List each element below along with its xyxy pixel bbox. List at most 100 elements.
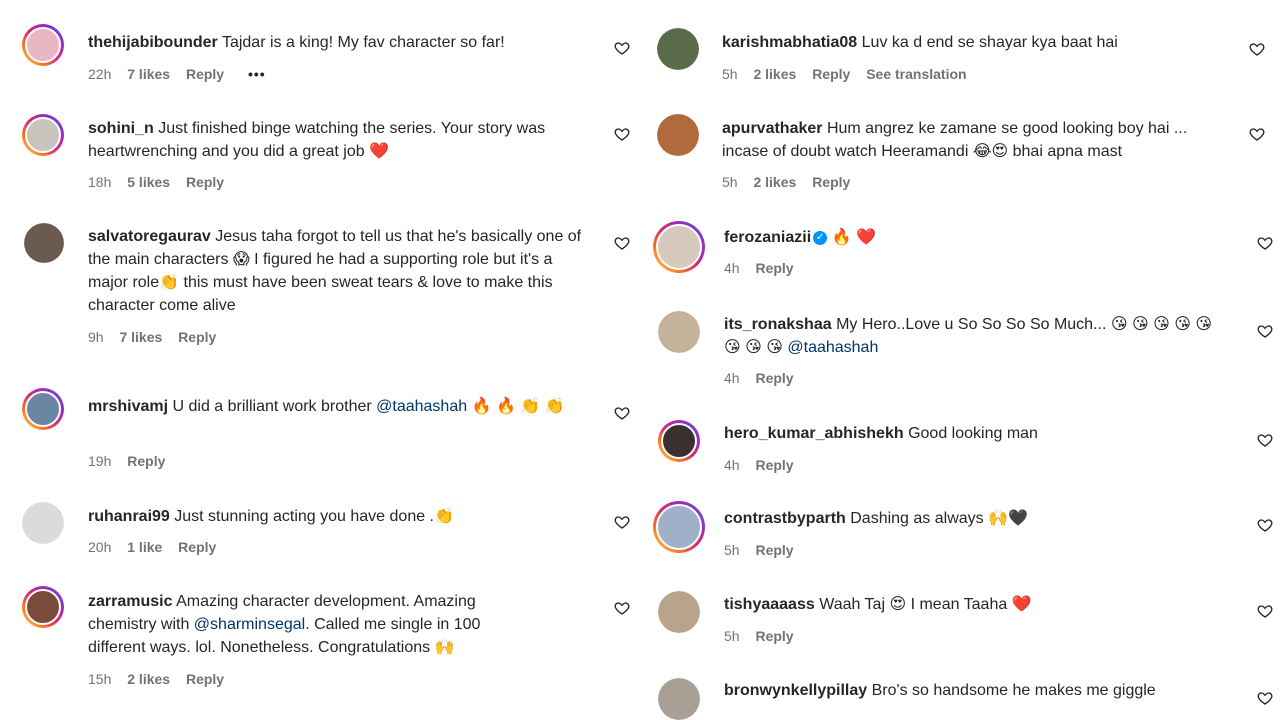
avatar[interactable] [658, 591, 700, 633]
comment-time[interactable]: 20h [88, 539, 111, 555]
comment-text: salvatoregaurav Jesus taha forgot to tel… [88, 225, 593, 317]
comment-time[interactable]: 5h [724, 542, 740, 558]
avatar[interactable] [22, 24, 64, 66]
comment-time[interactable]: 22h [88, 66, 111, 82]
avatar[interactable] [658, 678, 700, 720]
avatar-image [657, 114, 699, 156]
reply-button[interactable]: Reply [127, 453, 165, 469]
comment-time[interactable]: 18h [88, 174, 111, 190]
comment-username[interactable]: contrastbyparth [724, 510, 846, 527]
more-options-icon[interactable]: ••• [248, 66, 266, 82]
avatar[interactable] [24, 223, 64, 263]
mention-link[interactable]: @taahashah [376, 398, 467, 415]
comment-text: bronwynkellypillay Bro's so handsome he … [724, 679, 1224, 702]
avatar[interactable] [657, 114, 699, 156]
heart-icon[interactable] [1257, 690, 1273, 706]
heart-icon[interactable] [614, 405, 630, 421]
comment-likes[interactable]: 5 likes [127, 174, 170, 190]
comment-username[interactable]: zarramusic [88, 593, 173, 610]
comment-meta: 19h Reply [88, 453, 177, 469]
avatar-image [658, 591, 700, 633]
comment-username[interactable]: karishmabhatia08 [722, 34, 857, 51]
mention-link[interactable]: @sharminsegal [194, 616, 305, 633]
reply-button[interactable]: Reply [755, 260, 793, 276]
comment-time[interactable]: 4h [724, 457, 740, 473]
avatar[interactable] [22, 388, 64, 430]
reply-button[interactable]: Reply [186, 174, 224, 190]
comment-username[interactable]: salvatoregaurav [88, 228, 211, 245]
comment-time[interactable]: 5h [722, 174, 738, 190]
comment-meta: 5h 2 likes Reply See translation [722, 66, 979, 82]
comment-username[interactable]: ruhanrai99 [88, 508, 170, 525]
comment: sohini_n Just finished binge watching th… [0, 108, 640, 208]
comment-time[interactable]: 19h [88, 453, 111, 469]
comment: ferozaniazii ✓ 🔥 ❤️ 4h Reply [640, 218, 1280, 294]
comment-time[interactable]: 4h [724, 260, 740, 276]
comment-username[interactable]: mrshivamj [88, 398, 168, 415]
reply-button[interactable]: Reply [178, 329, 216, 345]
heart-icon[interactable] [1257, 432, 1273, 448]
avatar-image [656, 224, 702, 270]
comment-text: zarramusic Amazing character development… [88, 590, 538, 659]
heart-icon[interactable] [614, 126, 630, 142]
comment-time[interactable]: 9h [88, 329, 104, 345]
comment-username[interactable]: apurvathaker [722, 120, 823, 137]
avatar-image [657, 28, 699, 70]
avatar[interactable] [653, 501, 705, 553]
comment-username[interactable]: bronwynkellypillay [724, 682, 867, 699]
comment-time[interactable]: 4h [724, 370, 740, 386]
heart-icon[interactable] [1249, 126, 1265, 142]
see-translation-link[interactable]: See translation [866, 66, 966, 82]
heart-icon[interactable] [614, 600, 630, 616]
avatar[interactable] [657, 28, 699, 70]
comment-likes[interactable]: 2 likes [753, 66, 796, 82]
comment-username[interactable]: thehijabibounder [88, 34, 218, 51]
avatar-image [656, 504, 702, 550]
comment-time[interactable]: 5h [722, 66, 738, 82]
reply-button[interactable]: Reply [812, 66, 850, 82]
reply-button[interactable]: Reply [755, 628, 793, 644]
heart-icon[interactable] [1257, 235, 1273, 251]
comment-likes[interactable]: 7 likes [119, 329, 162, 345]
comment: tishyaaaass Waah Taj 😍 I mean Taaha ❤️ 5… [640, 585, 1280, 657]
heart-icon[interactable] [1249, 41, 1265, 57]
comment-username[interactable]: hero_kumar_abhishekh [724, 425, 904, 442]
comment: salvatoregaurav Jesus taha forgot to tel… [0, 217, 640, 357]
avatar[interactable] [653, 221, 705, 273]
comment-likes[interactable]: 7 likes [127, 66, 170, 82]
reply-button[interactable]: Reply [812, 174, 850, 190]
reply-button[interactable]: Reply [186, 671, 224, 687]
heart-icon[interactable] [614, 40, 630, 56]
comment-username[interactable]: sohini_n [88, 120, 154, 137]
comment-body: Luv ka d end se shayar kya baat hai [861, 34, 1118, 51]
comment-body-part: 🔥 🔥 👏 👏 [467, 398, 565, 415]
avatar[interactable] [658, 420, 700, 462]
comment-time[interactable]: 5h [724, 628, 740, 644]
avatar[interactable] [22, 502, 64, 544]
heart-icon[interactable] [1257, 603, 1273, 619]
heart-icon[interactable] [1257, 323, 1273, 339]
comment-body: Dashing as always 🙌🖤 [850, 510, 1028, 527]
heart-icon[interactable] [614, 235, 630, 251]
reply-button[interactable]: Reply [755, 457, 793, 473]
comment-likes[interactable]: 2 likes [127, 671, 170, 687]
reply-button[interactable]: Reply [186, 66, 224, 82]
avatar-image [658, 678, 700, 720]
heart-icon[interactable] [1257, 517, 1273, 533]
comment-username[interactable]: its_ronakshaa [724, 316, 832, 333]
reply-button[interactable]: Reply [755, 370, 793, 386]
comment-username[interactable]: tishyaaaass [724, 596, 815, 613]
avatar[interactable] [658, 311, 700, 353]
comment-likes[interactable]: 2 likes [753, 174, 796, 190]
comment-time[interactable]: 15h [88, 671, 111, 687]
avatar-image [661, 423, 697, 459]
reply-button[interactable]: Reply [755, 542, 793, 558]
mention-link[interactable]: @taahashah [787, 339, 878, 356]
reply-button[interactable]: Reply [178, 539, 216, 555]
avatar[interactable] [22, 114, 64, 156]
comment-likes[interactable]: 1 like [127, 539, 162, 555]
heart-icon[interactable] [614, 514, 630, 530]
comment: its_ronakshaa My Hero..Love u So So So S… [640, 305, 1280, 400]
avatar[interactable] [22, 586, 64, 628]
comment-username[interactable]: ferozaniazii [724, 229, 811, 246]
